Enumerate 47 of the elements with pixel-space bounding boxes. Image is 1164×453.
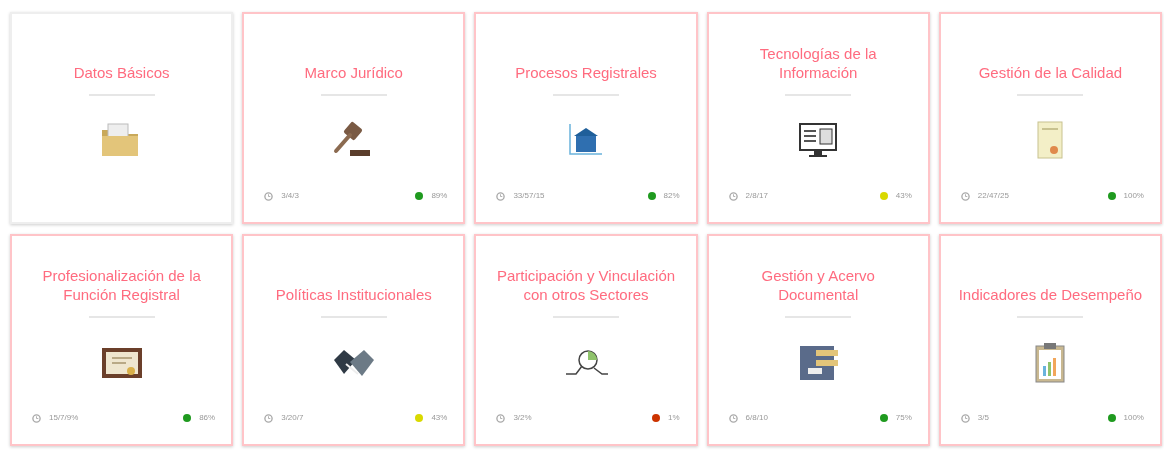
percent-text: 100% (1123, 412, 1144, 424)
date-text: 33/57/15 (513, 190, 545, 202)
module-card[interactable]: Datos Básicos (10, 12, 234, 224)
date-text: 3/5 (977, 412, 989, 424)
module-card[interactable]: Marco Jurídico 3/4/3 89% (242, 12, 466, 224)
card-title: Participación y Vinculación con otros Sectores (495, 266, 677, 305)
clock-icon (728, 191, 738, 201)
date-text: 3/2% (513, 412, 532, 424)
clock-icon (264, 413, 274, 423)
card-title: Procesos Registrales (514, 63, 658, 83)
card-title: Políticas Institucionales (274, 285, 433, 305)
module-card[interactable]: Gestión de la Calidad 22/47/25 100% (938, 12, 1162, 224)
card-title: Gestión y Acervo Documental (760, 266, 876, 305)
date-text: 2/8/17 (745, 190, 768, 202)
clock-icon (264, 191, 274, 201)
module-card[interactable]: Profesionalización de la Función Registral 15/7/9% 86% (10, 234, 234, 446)
clock-icon (496, 191, 506, 201)
date-text: 15/7/9% (49, 412, 79, 424)
module-card[interactable]: Indicadores de Desempeño 3/5 100% (938, 234, 1162, 446)
card-title: Indicadores de Desempeño (957, 285, 1144, 305)
date-text: 6/8/10 (745, 412, 768, 424)
percent-text: 86% (199, 412, 216, 424)
percent-text: 100% (1123, 190, 1144, 202)
clock-icon (496, 413, 506, 423)
percent-text: 82% (663, 190, 680, 202)
date-text: 3/20/7 (281, 412, 304, 424)
module-card[interactable]: Participación y Vinculación con otros Sectores 3/2% 1% (474, 234, 698, 446)
clock-icon (960, 191, 970, 201)
card-title: Profesionalización de la Función Registral (41, 266, 202, 305)
module-card[interactable]: Políticas Institucionales 3/20/7 43% (242, 234, 466, 446)
date-text: 3/4/3 (281, 190, 299, 202)
card-title: Tecnologías de la Información (758, 44, 878, 83)
clock-icon (32, 413, 41, 423)
card-title: Gestión de la Calidad (977, 63, 1124, 83)
percent-text: 75% (895, 412, 912, 424)
percent-text: 43% (431, 412, 448, 424)
date-text: 22/47/25 (977, 190, 1009, 202)
percent-text: 1% (668, 412, 680, 424)
card-title: Marco Jurídico (303, 63, 404, 83)
module-card[interactable]: Gestión y Acervo Documental 6/8/10 75% (706, 234, 930, 446)
percent-text: 89% (431, 190, 448, 202)
clock-icon (960, 413, 970, 423)
card-title: Datos Básicos (72, 63, 171, 83)
module-card[interactable]: Tecnologías de la Información 2/8/17 43% (706, 12, 930, 224)
clock-icon (728, 413, 738, 423)
percent-text: 43% (895, 190, 912, 202)
module-card[interactable]: Procesos Registrales 33/57/15 82% (474, 12, 698, 224)
